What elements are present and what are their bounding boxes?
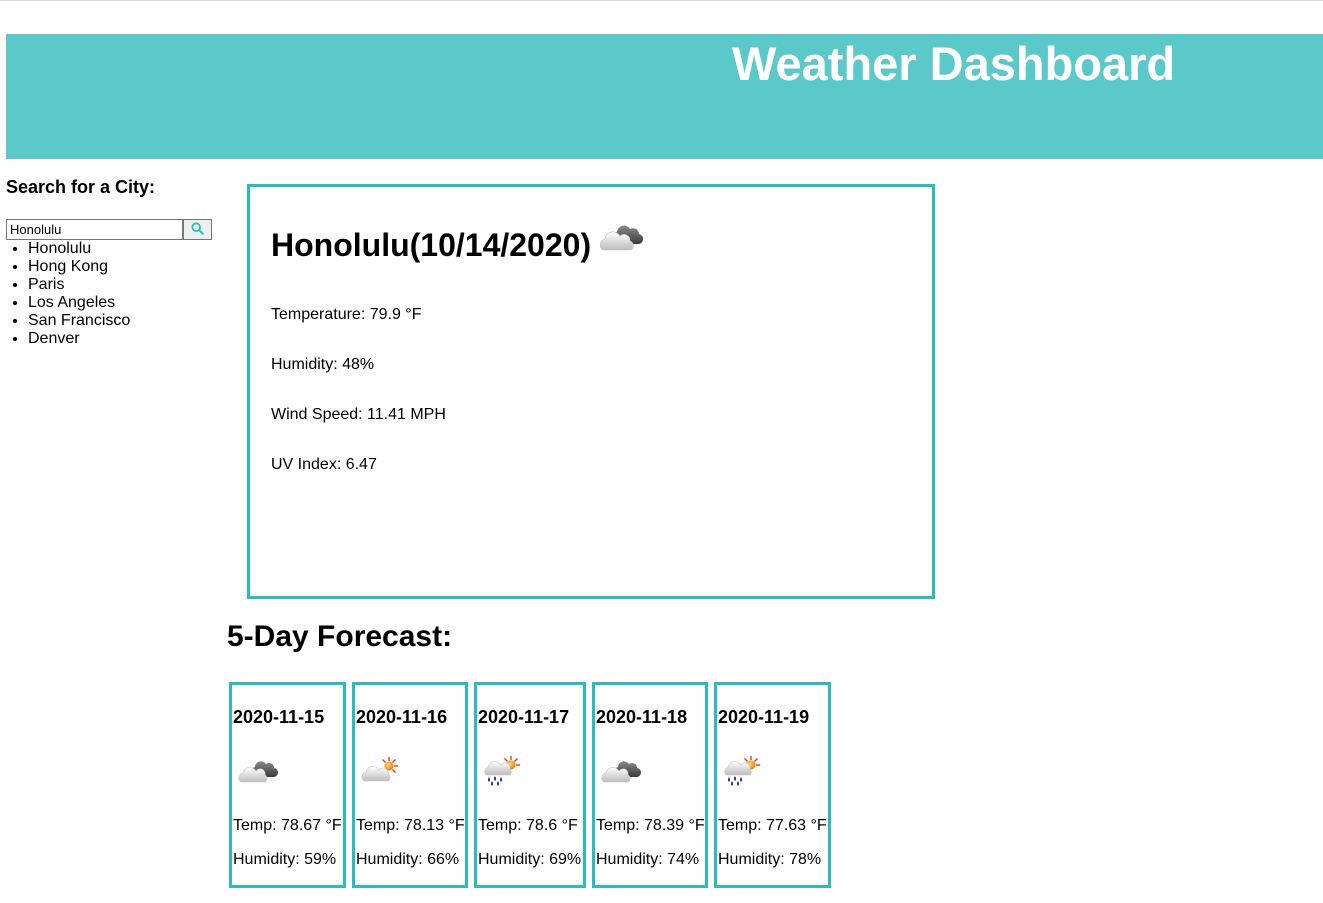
partly-sunny-icon <box>359 755 403 790</box>
forecast-temp: Temp: 78.39 °F <box>596 817 705 834</box>
forecast-humidity: Humidity: 78% <box>718 851 822 868</box>
city-item-hong-kong[interactable]: Hong Kong <box>28 258 130 276</box>
forecast-temp: Temp: 78.13 °F <box>356 817 465 834</box>
city-item-denver[interactable]: Denver <box>28 330 130 348</box>
forecast-temp: Temp: 78.67 °F <box>233 817 342 834</box>
forecast-card: 2020-11-17 Temp: 78.6 °F Humidity: 69% <box>474 682 586 888</box>
city-item-los-angeles[interactable]: Los Angeles <box>28 294 130 312</box>
window-top-border <box>0 0 1323 1</box>
forecast-temp: Temp: 77.63 °F <box>718 817 827 834</box>
forecast-date: 2020-11-19 <box>718 707 810 727</box>
page-title: Weather Dashboard <box>732 37 1176 90</box>
city-item-honolulu[interactable]: Honolulu <box>28 240 130 258</box>
city-item-san-francisco[interactable]: San Francisco <box>28 312 130 330</box>
current-wind-speed: Wind Speed: 11.41 MPH <box>271 406 446 423</box>
forecast-card: 2020-11-16 Temp: 78.13 °F Humidity: 66% <box>352 682 468 888</box>
current-weather-card: Honolulu(10/14/2020) Temperature: 79.9 °… <box>247 184 935 599</box>
page-header: Weather Dashboard <box>6 34 1323 159</box>
forecast-card: 2020-11-19 Temp: 77.63 °F Humidity: 78% <box>714 682 831 888</box>
forecast-temp: Temp: 78.6 °F <box>478 817 578 834</box>
cloudy-icon <box>597 216 644 262</box>
forecast-humidity: Humidity: 74% <box>596 851 700 868</box>
current-humidity: Humidity: 48% <box>271 356 375 373</box>
city-history-list: Honolulu Hong Kong Paris Los Angeles San… <box>6 240 130 348</box>
forecast-date: 2020-11-16 <box>356 707 448 727</box>
search-icon <box>191 221 204 238</box>
sun-rain-icon <box>481 755 525 792</box>
forecast-date: 2020-11-17 <box>478 707 570 727</box>
current-city-heading: Honolulu(10/14/2020) <box>271 225 644 264</box>
current-uv-index: UV Index: 6.47 <box>271 456 377 473</box>
city-search-input[interactable] <box>6 219 183 240</box>
forecast-date: 2020-11-15 <box>233 707 325 727</box>
forecast-date: 2020-11-18 <box>596 707 688 727</box>
sun-rain-icon <box>721 755 765 792</box>
cloudy-icon <box>236 755 280 790</box>
forecast-humidity: Humidity: 66% <box>356 851 460 868</box>
cloudy-icon <box>599 755 643 790</box>
city-item-paris[interactable]: Paris <box>28 276 130 294</box>
forecast-card: 2020-11-15 Temp: 78.67 °F Humidity: 59% <box>229 682 346 888</box>
forecast-humidity: Humidity: 59% <box>233 851 337 868</box>
search-form <box>6 219 212 240</box>
current-temperature: Temperature: 79.9 °F <box>271 306 422 323</box>
search-title: Search for a City: <box>6 177 156 197</box>
forecast-card: 2020-11-18 Temp: 78.39 °F Humidity: 74% <box>592 682 708 888</box>
current-city-date: Honolulu(10/14/2020) <box>271 227 592 263</box>
forecast-humidity: Humidity: 69% <box>478 851 582 868</box>
search-button[interactable] <box>183 219 212 240</box>
forecast-title: 5-Day Forecast: <box>227 620 453 653</box>
